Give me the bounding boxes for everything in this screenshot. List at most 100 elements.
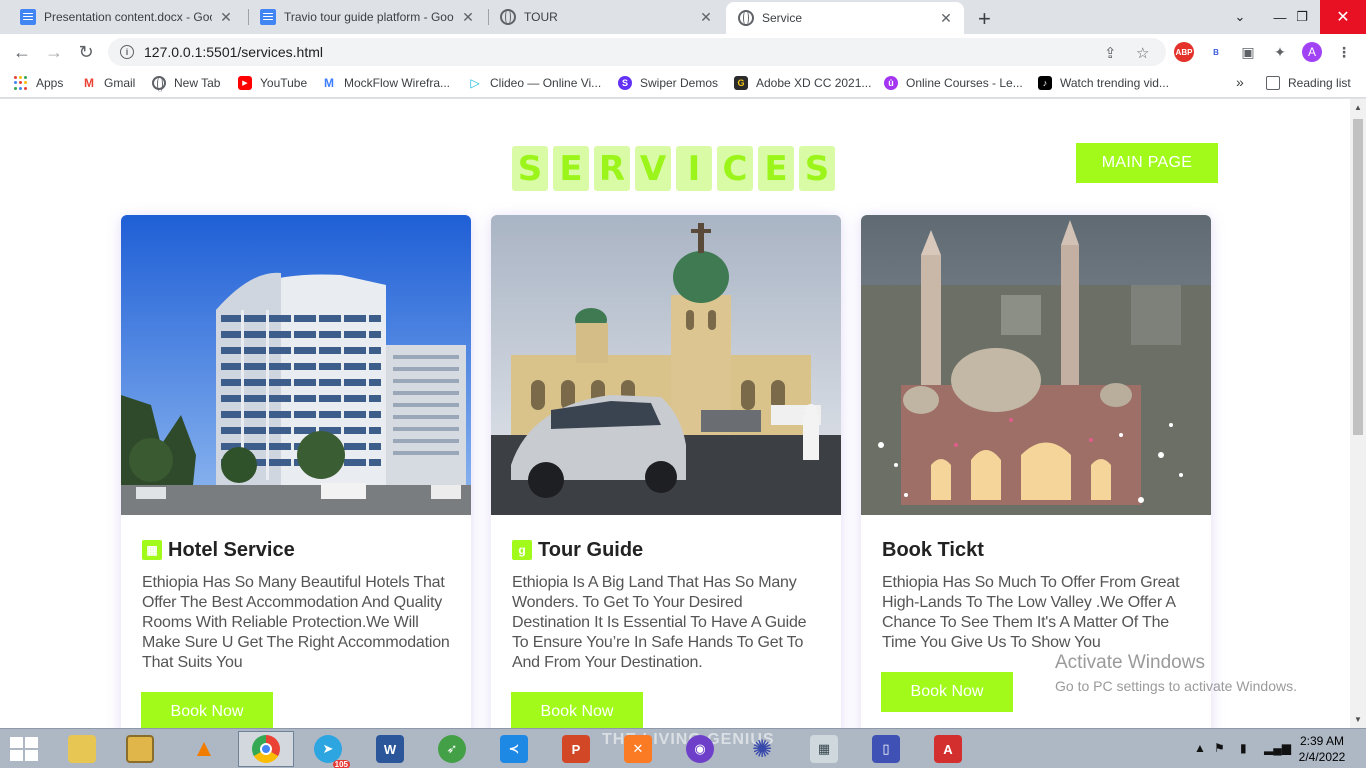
share-icon[interactable]: ⇪ xyxy=(1104,44,1117,62)
mockflow-icon: M xyxy=(324,76,334,90)
taskbar-vlc[interactable]: ▲ xyxy=(176,731,232,767)
bookmark-apps[interactable]: Apps xyxy=(14,76,63,90)
tab-search-button[interactable]: ⌄ xyxy=(1218,0,1262,34)
bookmark-new-tab[interactable]: New Tab xyxy=(152,76,221,92)
main-page-button[interactable]: MAIN PAGE xyxy=(1076,143,1218,183)
tour-guide-icon: g xyxy=(512,540,532,560)
service-card-hotel: ▦ Hotel Service Ethiopia Has So Many Bea… xyxy=(121,215,471,728)
scroll-up-icon[interactable]: ▲ xyxy=(1354,103,1362,112)
system-clock[interactable]: 2:39 AM 2/4/2022 xyxy=(1290,733,1354,765)
extension-b-icon[interactable]: B xyxy=(1206,42,1226,62)
taskbar-acrobat[interactable]: A xyxy=(920,731,976,767)
bookmark-star-icon[interactable]: ☆ xyxy=(1136,44,1149,62)
extensions-puzzle-icon[interactable]: ✦ xyxy=(1270,42,1290,62)
bookmark-mockflow[interactable]: M MockFlow Wirefra... xyxy=(322,76,450,90)
new-tab-button[interactable]: + xyxy=(978,6,991,32)
powerpoint-icon: P xyxy=(562,735,590,763)
close-icon[interactable]: ✕ xyxy=(698,9,714,26)
bookmark-label: Swiper Demos xyxy=(640,76,719,90)
page-scrollbar[interactable]: ▲ ▼ xyxy=(1350,99,1366,728)
address-bar[interactable]: i 127.0.0.1:5501/services.html ⇪ ☆ xyxy=(108,38,1166,66)
taskbar-github[interactable]: ◉ xyxy=(672,731,728,767)
taskbar-green-app[interactable]: ➶ xyxy=(424,731,480,767)
book-now-button[interactable]: Book Now xyxy=(141,692,273,728)
card-title-text: Tour Guide xyxy=(538,538,644,561)
browser-toolbar: ← → ↻ i 127.0.0.1:5501/services.html ⇪ ☆… xyxy=(0,34,1366,70)
folder-icon xyxy=(68,735,96,763)
menu-icon[interactable]: ⋮ xyxy=(1334,42,1354,62)
close-icon[interactable]: ✕ xyxy=(938,10,954,27)
book-now-button[interactable]: Book Now xyxy=(881,672,1013,712)
bookmark-adobe-xd[interactable]: G Adobe XD CC 2021... xyxy=(734,76,871,90)
card-title: ▦ Hotel Service xyxy=(142,537,451,563)
clock-time: 2:39 AM xyxy=(1299,734,1345,748)
battery-icon[interactable]: ▮ xyxy=(1240,741,1247,755)
card-title-text: Hotel Service xyxy=(168,538,295,561)
info-icon[interactable]: i xyxy=(120,45,134,59)
url-text[interactable]: 127.0.0.1:5501/services.html xyxy=(144,44,323,60)
close-icon[interactable]: ✕ xyxy=(218,9,234,26)
taskbar-chrome[interactable] xyxy=(238,731,294,767)
tray-expand-icon[interactable]: ▲ xyxy=(1194,741,1206,755)
google-docs-icon xyxy=(260,9,276,25)
globe-icon xyxy=(500,9,516,25)
taskbar-xampp[interactable]: ✕ xyxy=(610,731,666,767)
bookmark-youtube[interactable]: ▶ YouTube xyxy=(238,76,307,90)
bookmark-label: New Tab xyxy=(174,76,221,90)
profile-avatar[interactable]: A xyxy=(1302,42,1322,62)
tab-tour[interactable]: TOUR ✕ xyxy=(488,0,724,34)
clock-date: 2/4/2022 xyxy=(1298,750,1346,764)
tab-title: Presentation content.docx - Goo xyxy=(44,10,212,24)
bookmark-label: Online Courses - Le... xyxy=(906,76,1023,90)
flag-icon[interactable]: ⚑ xyxy=(1214,741,1225,755)
swiper-icon: S xyxy=(618,76,632,90)
taskbar-word[interactable]: W xyxy=(362,731,418,767)
tab-presentation-content[interactable]: Presentation content.docx - Goo ✕ xyxy=(8,0,244,34)
bookmark-label: Apps xyxy=(36,76,64,90)
adobe-xd-icon: G xyxy=(734,76,748,90)
tab-travio-guide[interactable]: Travio tour guide platform - Goo ✕ xyxy=(248,0,486,34)
tiktok-icon: ♪ xyxy=(1038,76,1052,90)
adblock-plus-icon[interactable]: ABP xyxy=(1174,42,1194,62)
cast-icon[interactable]: ▣ xyxy=(1238,42,1258,62)
hotel-building-photo xyxy=(121,215,471,515)
forward-button[interactable]: → xyxy=(42,40,66,64)
taskbar-explorer-folder[interactable] xyxy=(54,731,110,767)
windows-start-icon[interactable] xyxy=(10,737,38,761)
scroll-down-icon[interactable]: ▼ xyxy=(1354,715,1362,724)
taskbar-network-app[interactable]: ✺ xyxy=(734,731,790,767)
hotel-icon: ▦ xyxy=(142,540,162,560)
activate-windows-watermark: Activate Windows Go to PC settings to ac… xyxy=(1055,652,1297,694)
signal-icon[interactable]: ▂▄▆ xyxy=(1264,741,1291,755)
taskbar-calculator[interactable]: ▦ xyxy=(796,731,852,767)
reading-list-button[interactable]: Reading list xyxy=(1266,76,1351,90)
pdf-icon: A xyxy=(934,735,962,763)
heading-letter: R xyxy=(594,146,630,191)
close-window-button[interactable]: ✕ xyxy=(1320,0,1366,34)
word-icon: W xyxy=(376,735,404,763)
taskbar-powerpoint[interactable]: P xyxy=(548,731,604,767)
taskbar-vscode[interactable]: ≺ xyxy=(486,731,542,767)
close-icon[interactable]: ✕ xyxy=(460,9,476,26)
taskbar-telegram[interactable]: ➤ 105 xyxy=(300,731,356,768)
taskbar-file-manager[interactable] xyxy=(112,731,168,767)
service-card-tour-guide: g Tour Guide Ethiopia Is A Big Land That… xyxy=(491,215,841,728)
restore-button[interactable]: ❐ xyxy=(1280,0,1324,34)
bookmark-tiktok[interactable]: ♪ Watch trending vid... xyxy=(1038,76,1169,90)
reload-button[interactable]: ↻ xyxy=(74,40,98,64)
xampp-icon: ✕ xyxy=(624,735,652,763)
bookmark-swiper[interactable]: S Swiper Demos xyxy=(618,76,718,90)
book-now-button[interactable]: Book Now xyxy=(511,692,643,728)
back-button[interactable]: ← xyxy=(10,40,34,64)
taskbar-notebook[interactable]: ▯ xyxy=(858,731,914,767)
scroll-thumb[interactable] xyxy=(1353,119,1363,435)
bookmark-gmail[interactable]: M Gmail xyxy=(82,76,135,90)
heading-letter: V xyxy=(635,146,671,191)
bookmark-clideo[interactable]: ▷ Clideo — Online Vi... xyxy=(468,76,601,90)
more-bookmarks-button[interactable]: » xyxy=(1236,74,1244,90)
tab-service[interactable]: Service ✕ xyxy=(726,2,964,34)
mosque-photo xyxy=(861,215,1211,515)
notebook-icon: ▯ xyxy=(872,735,900,763)
bookmark-online-courses[interactable]: û Online Courses - Le... xyxy=(884,76,1023,90)
windows-taskbar: ▲ ➤ 105 W ➶ ≺ P THE LIVING GENIUS ✕ ◉ ✺ … xyxy=(0,728,1366,768)
